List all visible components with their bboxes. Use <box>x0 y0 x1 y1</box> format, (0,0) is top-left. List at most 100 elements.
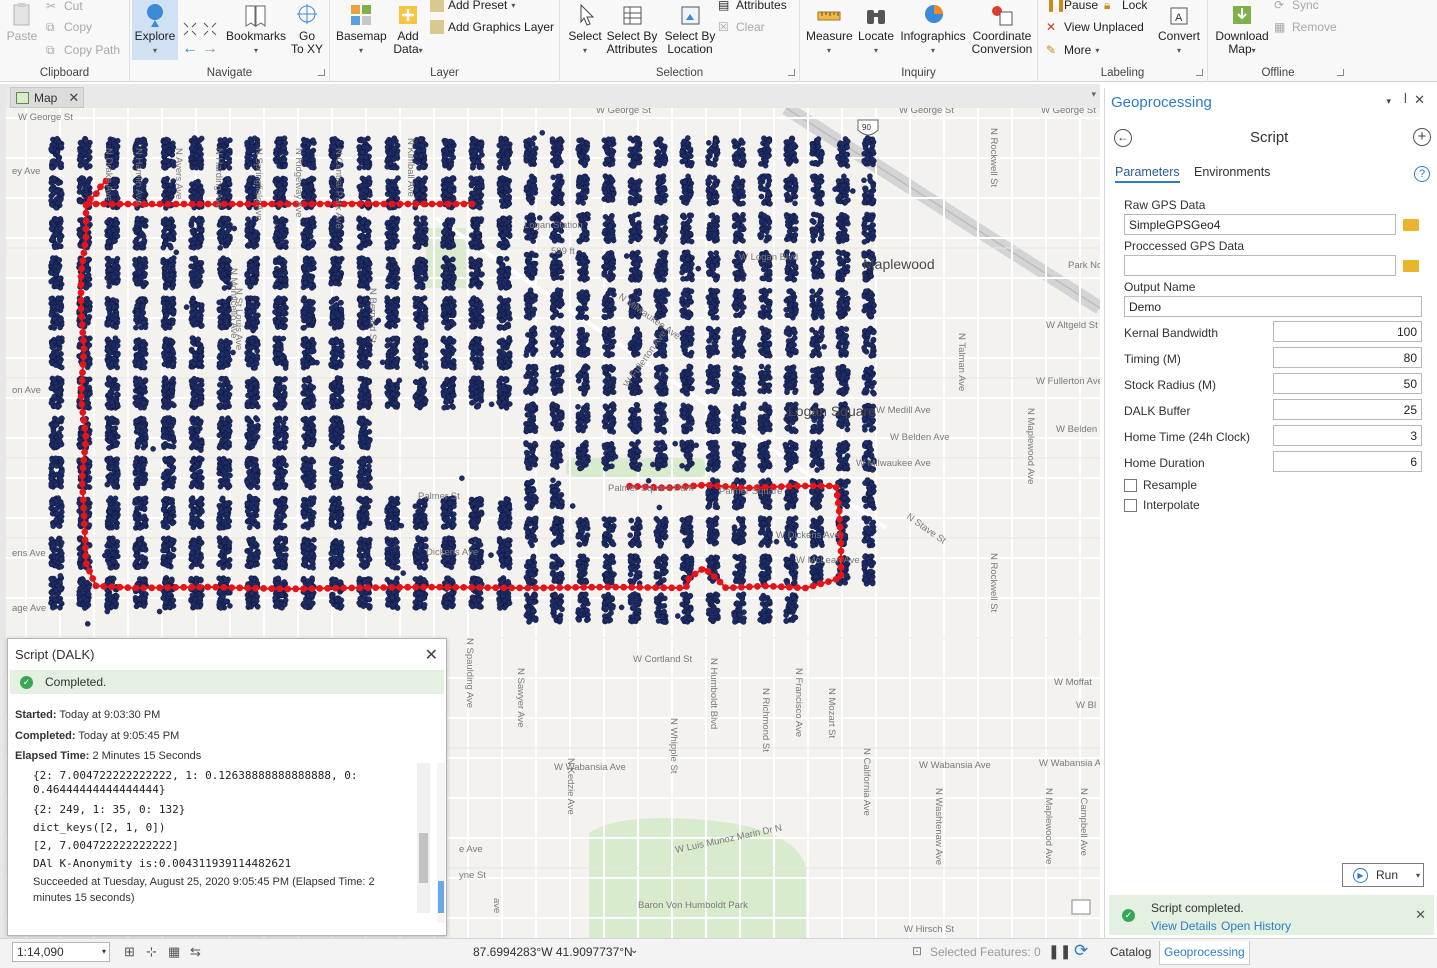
gps-point <box>56 522 62 529</box>
gps-point <box>58 190 65 197</box>
gps-point <box>198 268 205 275</box>
gps-point <box>219 395 226 402</box>
gps-point <box>110 227 117 233</box>
add-data-button[interactable]: Add Data▾ <box>388 2 428 57</box>
lock-labeling-button[interactable]: 🔒︎ Lock <box>1104 0 1147 14</box>
view-unplaced-icon: ✕ <box>1046 20 1057 34</box>
select-by-location-button[interactable]: Select By Location <box>662 2 718 56</box>
gps-point <box>160 259 166 266</box>
gps-point <box>53 204 59 211</box>
gps-point <box>221 215 228 222</box>
gps-point <box>142 427 149 434</box>
coordinate-conversion-button[interactable]: Coordinate Conversion <box>970 2 1034 56</box>
gps-point <box>189 555 195 562</box>
gps-point <box>245 149 252 156</box>
binoculars-icon <box>867 10 885 24</box>
offline-launcher[interactable] <box>1337 69 1344 76</box>
locate-button[interactable]: Locate ▾ <box>856 2 896 57</box>
gps-point <box>227 384 233 391</box>
gps-point <box>248 390 255 397</box>
download-map-button[interactable]: Download Map▾ <box>1210 2 1274 57</box>
gps-point <box>59 469 65 475</box>
basemap-button[interactable]: Basemap ▾ <box>336 2 387 57</box>
gps-point <box>109 399 115 406</box>
gps-point <box>193 515 199 522</box>
gps-point <box>137 404 144 411</box>
gps-point <box>50 430 57 437</box>
gps-point <box>108 464 115 471</box>
measure-button[interactable]: Measure ▾ <box>806 2 853 57</box>
back-forward-icon[interactable]: ← → <box>182 40 218 58</box>
gps-point <box>162 456 168 462</box>
ribbon: Paste ✂ Cut ⧉ Copy ⧉ Copy Path Clipboard Ex… <box>0 0 1437 82</box>
bookmarks-button[interactable]: Bookmarks ▾ <box>226 2 286 57</box>
gps-point <box>169 467 176 474</box>
gps-point <box>111 544 117 551</box>
cut-button[interactable]: ✂ Cut <box>46 0 83 15</box>
gps-point <box>161 183 167 189</box>
clear-selection-button[interactable]: ☒ Clear <box>718 18 765 36</box>
gps-point <box>244 278 251 284</box>
gps-point <box>251 295 258 302</box>
gps-point <box>189 299 196 305</box>
gps-point <box>226 518 232 525</box>
gps-point <box>218 221 224 227</box>
gps-point <box>161 192 167 198</box>
gps-point <box>105 520 112 527</box>
close-tab-icon[interactable]: ✕ <box>68 90 79 106</box>
gps-point <box>58 458 65 464</box>
pause-labeling-button[interactable]: ❚❚ Pause <box>1046 0 1098 14</box>
gps-point <box>112 495 119 502</box>
gps-point <box>164 482 171 489</box>
selection-launcher[interactable] <box>788 69 795 76</box>
copy-button[interactable]: ⧉ Copy <box>46 18 92 36</box>
gps-point <box>249 339 255 345</box>
attributes-button[interactable]: ▤ Attributes <box>718 0 787 14</box>
remove-button[interactable]: ▦ Remove <box>1274 18 1337 36</box>
gps-point <box>189 549 196 556</box>
gps-point <box>220 467 227 474</box>
convert-button[interactable]: A Convert ▾ <box>1154 2 1204 57</box>
gps-point <box>50 543 56 550</box>
go-to-xy-button[interactable]: Go To XY <box>288 2 326 56</box>
gps-point <box>221 285 228 291</box>
gps-point <box>196 148 203 155</box>
copy-path-button[interactable]: ⧉ Copy Path <box>46 41 120 59</box>
gps-point <box>136 360 142 366</box>
add-graphics-layer-button[interactable]: Add Graphics Layer <box>430 18 554 36</box>
view-unplaced-button[interactable]: ✕ View Unplaced <box>1046 18 1144 36</box>
gps-point <box>135 564 142 571</box>
gps-point <box>112 312 119 318</box>
gps-point <box>111 474 117 481</box>
gps-point <box>169 393 175 399</box>
gps-point <box>226 159 232 165</box>
gps-point <box>77 596 84 603</box>
select-button[interactable]: Select ▾ <box>564 2 606 57</box>
sync-button[interactable]: ⟳ Sync <box>1274 0 1319 14</box>
gps-point <box>53 422 59 428</box>
gps-point <box>164 524 170 531</box>
gps-point <box>222 474 229 480</box>
gps-point <box>85 153 92 159</box>
tab-dropdown-icon[interactable]: ▾ <box>1091 89 1096 100</box>
select-by-attributes-button[interactable]: Select By Attributes <box>604 2 660 56</box>
add-preset-button[interactable]: Add Preset ▾ <box>430 0 515 14</box>
navigate-label: Navigate <box>206 67 253 79</box>
more-labeling-button[interactable]: ✎ More ▾ <box>1046 41 1099 59</box>
map-tab[interactable]: Map ✕ <box>10 87 84 108</box>
gps-point <box>223 523 230 530</box>
gps-point <box>191 235 198 242</box>
gps-point <box>216 561 222 567</box>
gps-point <box>114 351 121 358</box>
navigate-launcher[interactable] <box>318 69 325 76</box>
labeling-launcher[interactable] <box>1196 69 1203 76</box>
paste-button[interactable]: Paste <box>4 2 40 43</box>
gps-point <box>223 362 230 368</box>
explore-button[interactable]: Explore ▾ <box>132 0 178 60</box>
gps-point <box>112 523 119 529</box>
gps-point <box>161 265 168 271</box>
gps-point <box>244 272 250 279</box>
full-extent-icon[interactable] <box>182 20 220 38</box>
infographics-button[interactable]: Infographics ▾ <box>898 2 968 57</box>
gps-point <box>133 546 139 552</box>
